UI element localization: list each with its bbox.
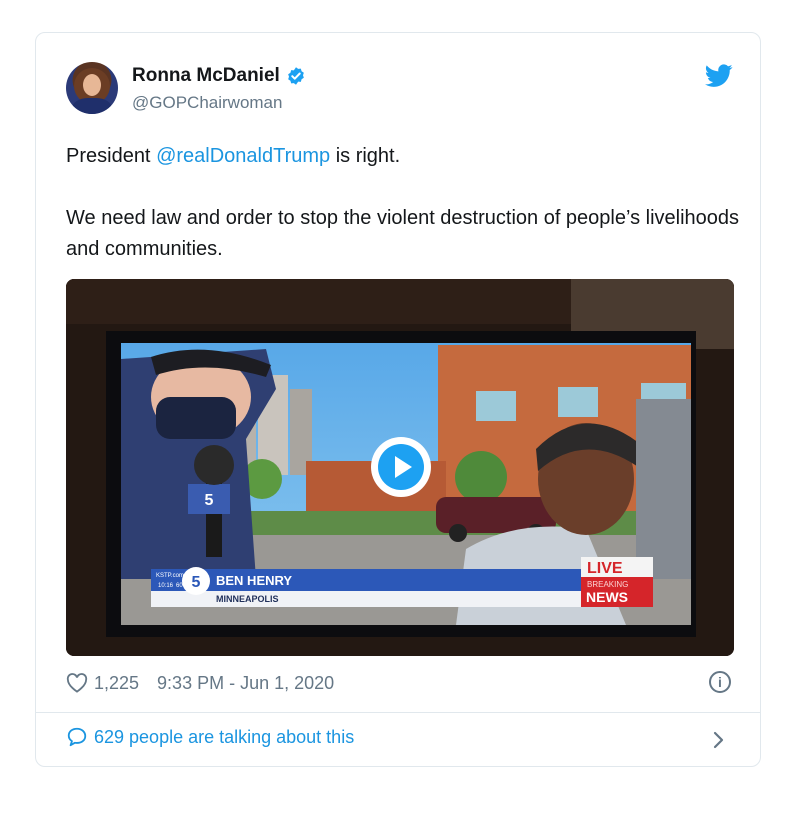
conversation-link[interactable]: 629 people are talking about this <box>66 726 354 748</box>
tweet-card: Ronna McDaniel @GOPChairwoman President … <box>35 32 761 767</box>
verified-badge-icon <box>287 67 304 85</box>
station-temp: 60° <box>176 583 186 589</box>
play-button[interactable] <box>371 437 431 497</box>
twitter-bird-icon[interactable] <box>705 64 733 88</box>
video-media[interactable]: 5 5 KSTP.com 10:16 60° BEN HENRY MINNEAP… <box>66 279 734 656</box>
chevron-right-icon[interactable] <box>712 730 726 750</box>
news-badge: NEWS <box>586 589 628 605</box>
mention-link[interactable]: @realDonaldTrump <box>156 145 330 167</box>
play-icon <box>378 444 424 490</box>
mic-flag-text: 5 <box>205 492 214 509</box>
tweet-line-2: We need law and order to stop the violen… <box>66 207 740 260</box>
footer-divider <box>36 712 760 713</box>
breaking-badge: BREAKING <box>587 580 628 589</box>
station-logo-text: 5 <box>192 574 201 591</box>
heart-icon[interactable] <box>66 673 88 693</box>
info-icon[interactable]: i <box>709 671 731 693</box>
live-badge: LIVE <box>587 560 623 577</box>
station-time: 10:16 <box>158 583 174 589</box>
lower-third-location: MINNEAPOLIS <box>216 594 279 604</box>
lower-third-name: BEN HENRY <box>216 573 292 588</box>
station-site: KSTP.com <box>156 573 184 579</box>
author-handle[interactable]: @GOPChairwoman <box>132 93 282 113</box>
reply-bubble-icon <box>67 727 87 747</box>
author-name-row[interactable]: Ronna McDaniel <box>132 65 306 87</box>
tweet-timestamp[interactable]: 9:33 PM - Jun 1, 2020 <box>157 673 334 694</box>
like-count[interactable]: 1,225 <box>94 673 139 694</box>
author-avatar[interactable] <box>66 62 118 114</box>
conversation-text[interactable]: 629 people are talking about this <box>94 727 354 748</box>
tweet-text: President @realDonaldTrump is right. We … <box>66 141 746 265</box>
tweet-line-1: President @realDonaldTrump is right. <box>66 145 401 167</box>
author-name[interactable]: Ronna McDaniel <box>132 65 280 87</box>
tweet-meta: 1,225 9:33 PM - Jun 1, 2020 <box>66 671 334 695</box>
